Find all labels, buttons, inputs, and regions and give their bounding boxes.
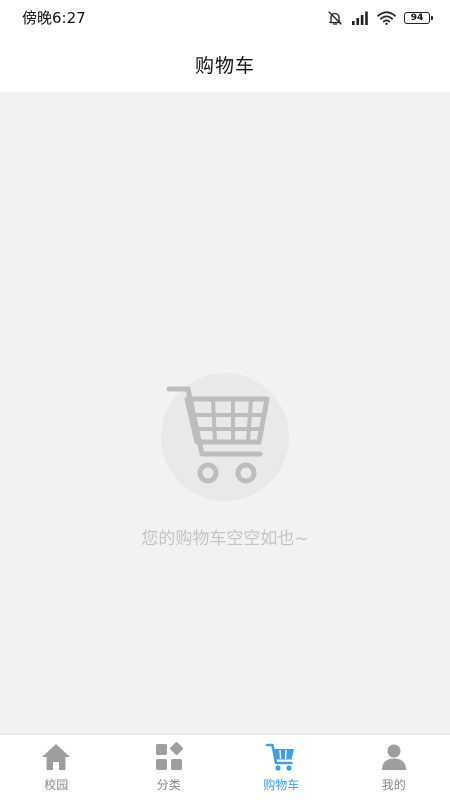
home-icon [42, 744, 71, 770]
empty-cart-message: 您的购物车空空如也~ [141, 529, 309, 549]
cart-icon [265, 743, 295, 771]
status-bar: 傍晚6:27 94 [0, 0, 450, 36]
tab-cart[interactable]: 购物车 [225, 735, 338, 800]
battery-icon: 94 [404, 12, 433, 24]
header: 购物车 [0, 36, 450, 92]
tab-label: 我的 [381, 778, 406, 792]
tab-label: 校园 [44, 778, 69, 792]
bell-muted-icon [328, 11, 342, 25]
battery-level: 94 [410, 12, 424, 23]
status-icons: 94 [327, 8, 433, 28]
tab-label: 购物车 [263, 778, 300, 792]
status-time: 傍晚6:27 [22, 9, 86, 27]
page-title: 购物车 [194, 54, 255, 77]
tab-category[interactable]: 分类 [113, 735, 226, 800]
tab-mine[interactable]: 我的 [338, 735, 450, 800]
wifi-icon [377, 11, 396, 25]
signal-icon [352, 11, 368, 25]
tab-campus[interactable]: 校园 [0, 735, 113, 800]
tab-label: 分类 [156, 778, 181, 792]
user-icon [381, 744, 406, 770]
cart-content: 您的购物车空空如也~ [0, 92, 450, 734]
shopping-cart-icon [161, 373, 289, 501]
bottom-tab-bar: 校园 分类 购物车 我的 [0, 734, 450, 800]
category-icon [155, 742, 183, 770]
